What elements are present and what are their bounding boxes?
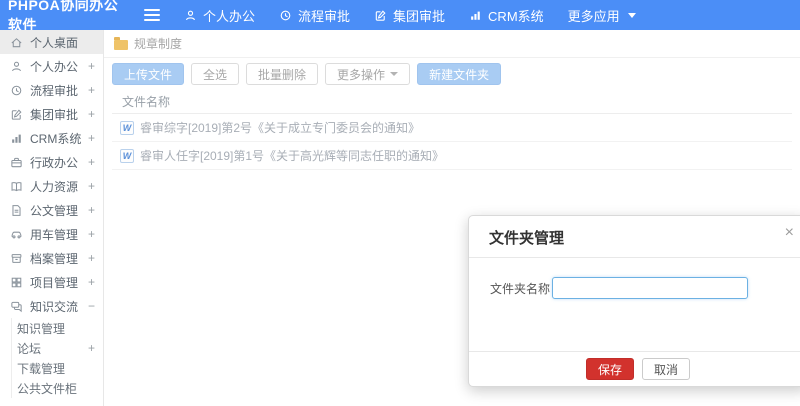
nav-item-personal-office[interactable]: 个人办公 bbox=[184, 6, 255, 25]
nav-item-crm[interactable]: CRM系统 bbox=[469, 6, 544, 25]
more-actions-button[interactable]: 更多操作 bbox=[325, 63, 411, 85]
top-navbar: PHPOA协同办公软件 个人办公 流程审批 集团审批 CRM系统 更多应用 bbox=[0, 0, 800, 33]
history-icon bbox=[10, 84, 23, 97]
table-row[interactable]: W 睿审综字[2019]第2号《关于成立专门委员会的通知》 bbox=[112, 114, 792, 142]
sidebar-subitem-public-file-cabinet[interactable]: 公共文件柜 bbox=[12, 378, 103, 398]
batch-delete-button[interactable]: 批量删除 bbox=[246, 63, 319, 85]
sidebar-item-personal-desktop[interactable]: 个人桌面 bbox=[0, 30, 103, 54]
expand-icon[interactable]: + bbox=[88, 275, 95, 289]
nav-item-group-approval[interactable]: 集团审批 bbox=[374, 6, 445, 25]
user-icon bbox=[184, 9, 197, 22]
caret-down-icon bbox=[390, 72, 399, 76]
sidebar: 个人桌面 个人办公 + 流程审批 + 集团审批 + CRM系统 + 行政办公 + bbox=[0, 30, 104, 406]
car-icon bbox=[10, 228, 23, 241]
chart-icon bbox=[469, 9, 482, 22]
expand-icon[interactable]: + bbox=[88, 155, 95, 169]
sidebar-item-knowledge-exchange[interactable]: 知识交流 − bbox=[0, 294, 103, 318]
sidebar-item-personal-office[interactable]: 个人办公 + bbox=[0, 54, 103, 78]
dialog-body: 文件夹名称 bbox=[469, 258, 800, 299]
caret-down-icon bbox=[627, 12, 636, 18]
archive-icon bbox=[10, 252, 23, 265]
file-link[interactable]: 睿审综字[2019]第2号《关于成立专门委员会的通知》 bbox=[140, 119, 420, 136]
expand-icon[interactable]: + bbox=[88, 227, 95, 241]
breadcrumb-label: 规章制度 bbox=[134, 37, 183, 51]
sidebar-item-document-mgmt[interactable]: 公文管理 + bbox=[0, 198, 103, 222]
dialog-footer: 保存 取消 bbox=[469, 351, 800, 386]
sidebar-subitem-knowledge-mgmt[interactable]: 知识管理 bbox=[12, 318, 103, 338]
expand-icon[interactable]: + bbox=[88, 203, 95, 217]
table-row[interactable]: W 睿审人任字[2019]第1号《关于高光辉等同志任职的通知》 bbox=[112, 142, 792, 170]
expand-icon[interactable]: + bbox=[88, 341, 95, 355]
expand-icon[interactable]: + bbox=[88, 59, 95, 73]
file-table: 文件名称 W 睿审综字[2019]第2号《关于成立专门委员会的通知》 W 睿审人… bbox=[112, 91, 792, 170]
expand-icon[interactable]: + bbox=[88, 83, 95, 97]
expand-icon[interactable]: + bbox=[88, 179, 95, 193]
file-link[interactable]: 睿审人任字[2019]第1号《关于高光辉等同志任职的通知》 bbox=[140, 147, 444, 164]
grid-icon bbox=[10, 276, 23, 289]
close-icon[interactable]: × bbox=[785, 225, 794, 241]
dialog-header: 文件夹管理 × bbox=[469, 216, 800, 258]
sidebar-item-admin-office[interactable]: 行政办公 + bbox=[0, 150, 103, 174]
sidebar-item-archive-mgmt[interactable]: 档案管理 + bbox=[0, 246, 103, 270]
menu-toggle-icon[interactable] bbox=[144, 9, 160, 21]
collapse-icon[interactable]: − bbox=[88, 299, 95, 313]
sidebar-item-workflow-approval[interactable]: 流程审批 + bbox=[0, 78, 103, 102]
nav-item-workflow-approval[interactable]: 流程审批 bbox=[279, 6, 350, 25]
select-all-button[interactable]: 全选 bbox=[191, 63, 240, 85]
folder-name-input[interactable] bbox=[552, 277, 748, 299]
sidebar-item-crm[interactable]: CRM系统 + bbox=[0, 126, 103, 150]
folder-icon bbox=[114, 36, 128, 50]
folder-name-label: 文件夹名称 bbox=[490, 281, 551, 296]
toolbar: 上传文件 全选 批量删除 更多操作 新建文件夹 bbox=[104, 58, 800, 89]
folder-management-dialog: 文件夹管理 × 文件夹名称 保存 取消 bbox=[468, 215, 800, 387]
user-icon bbox=[10, 60, 23, 73]
sidebar-subitem-forum[interactable]: 论坛 + bbox=[12, 338, 103, 358]
edit-icon bbox=[374, 9, 387, 22]
file-name-column-header: 文件名称 bbox=[112, 91, 792, 114]
upload-file-button[interactable]: 上传文件 bbox=[112, 63, 185, 85]
expand-icon[interactable]: + bbox=[88, 131, 95, 145]
word-doc-icon: W bbox=[120, 148, 134, 163]
expand-icon[interactable]: + bbox=[88, 251, 95, 265]
briefcase-icon bbox=[10, 156, 23, 169]
sidebar-item-project-mgmt[interactable]: 项目管理 + bbox=[0, 270, 103, 294]
new-folder-button[interactable]: 新建文件夹 bbox=[417, 63, 502, 85]
document-icon bbox=[10, 204, 23, 217]
home-icon bbox=[10, 36, 23, 49]
expand-icon[interactable]: + bbox=[88, 107, 95, 121]
book-icon bbox=[10, 180, 23, 193]
knowledge-exchange-submenu: 知识管理 论坛 + 下载管理 公共文件柜 bbox=[11, 318, 103, 398]
save-button[interactable]: 保存 bbox=[585, 358, 634, 380]
history-icon bbox=[279, 9, 292, 22]
nav-item-more-apps[interactable]: 更多应用 bbox=[568, 6, 636, 25]
sidebar-item-hr[interactable]: 人力资源 + bbox=[0, 174, 103, 198]
chart-icon bbox=[10, 132, 23, 145]
breadcrumb: 规章制度 bbox=[104, 30, 800, 58]
cancel-button[interactable]: 取消 bbox=[642, 358, 691, 380]
sidebar-item-vehicle-mgmt[interactable]: 用车管理 + bbox=[0, 222, 103, 246]
chat-icon bbox=[10, 300, 23, 313]
sidebar-item-group-approval[interactable]: 集团审批 + bbox=[0, 102, 103, 126]
edit-icon bbox=[10, 108, 23, 121]
word-doc-icon: W bbox=[120, 120, 134, 135]
dialog-title: 文件夹管理 bbox=[489, 230, 565, 247]
sidebar-subitem-download-mgmt[interactable]: 下载管理 bbox=[12, 358, 103, 378]
